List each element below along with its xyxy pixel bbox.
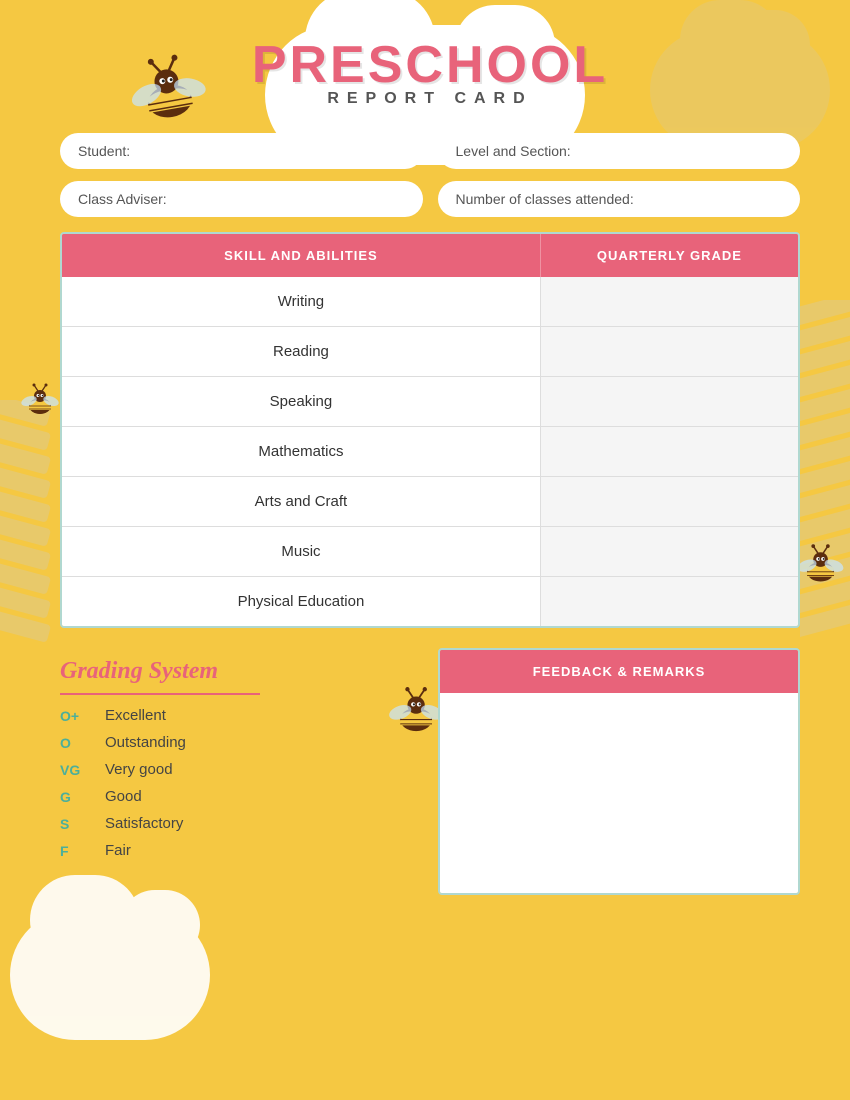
col-grade-header: QUARTERLY GRADE [540,234,798,277]
grade-table-container: SKILL AND ABILITIES QUARTERLY GRADE Writ… [60,232,800,628]
subject-cell: Writing [62,277,540,327]
subject-cell: Music [62,527,540,577]
table-row: Writing [62,277,798,327]
grading-items-list: O+ Excellent O Outstanding VG Very good … [60,707,418,859]
grade-code: O+ [60,708,90,724]
student-field[interactable]: Student: [60,133,423,169]
page-subtitle: REPORT CARD [60,90,800,108]
grade-label: Fair [105,842,131,859]
grading-item: VG Very good [60,761,418,778]
classes-field[interactable]: Number of classes attended: [438,181,801,217]
grade-label: Good [105,788,142,805]
form-section: Student: Level and Section: Class Advise… [60,133,800,217]
grading-system: Grading System O+ Excellent O Outstandin… [60,648,418,895]
feedback-body[interactable] [440,693,798,893]
grade-table: SKILL AND ABILITIES QUARTERLY GRADE Writ… [62,234,798,626]
table-row: Speaking [62,377,798,427]
grading-item: O+ Excellent [60,707,418,724]
bottom-section: Grading System O+ Excellent O Outstandin… [60,648,800,895]
grade-label: Outstanding [105,734,186,751]
grade-table-body: Writing Reading Speaking Mathematics Art… [62,277,798,626]
feedback-container: FEEDBACK & REMARKS [438,648,800,895]
grade-cell[interactable] [540,427,798,477]
grade-cell[interactable] [540,577,798,627]
grade-cell[interactable] [540,527,798,577]
bg-cloud-bottom-left [10,910,210,1040]
grade-code: O [60,735,90,751]
table-row: Music [62,527,798,577]
subject-cell: Physical Education [62,577,540,627]
grade-label: Excellent [105,707,166,724]
table-row: Arts and Craft [62,477,798,527]
header: PRESCHOOL REPORT CARD [60,20,800,108]
adviser-field[interactable]: Class Adviser: [60,181,423,217]
grading-item: F Fair [60,842,418,859]
grade-code: VG [60,762,90,778]
grading-item: O Outstanding [60,734,418,751]
form-row-1: Student: Level and Section: [60,133,800,169]
grade-cell[interactable] [540,327,798,377]
grading-title: Grading System [60,658,418,685]
page-title: PRESCHOOL [60,35,800,95]
table-header-row: SKILL AND ABILITIES QUARTERLY GRADE [62,234,798,277]
subject-cell: Mathematics [62,427,540,477]
feedback-header: FEEDBACK & REMARKS [440,650,798,693]
subject-cell: Speaking [62,377,540,427]
table-row: Physical Education [62,577,798,627]
subject-cell: Reading [62,327,540,377]
table-row: Reading [62,327,798,377]
grading-item: S Satisfactory [60,815,418,832]
grade-code: S [60,816,90,832]
grading-item: G Good [60,788,418,805]
grade-code: F [60,843,90,859]
grade-cell[interactable] [540,377,798,427]
grading-divider [60,693,260,695]
table-row: Mathematics [62,427,798,477]
level-field[interactable]: Level and Section: [438,133,801,169]
form-row-2: Class Adviser: Number of classes attende… [60,181,800,217]
grade-code: G [60,789,90,805]
grade-label: Very good [105,761,173,778]
subject-cell: Arts and Craft [62,477,540,527]
col-skills-header: SKILL AND ABILITIES [62,234,540,277]
grade-cell[interactable] [540,477,798,527]
grade-label: Satisfactory [105,815,183,832]
grade-cell[interactable] [540,277,798,327]
